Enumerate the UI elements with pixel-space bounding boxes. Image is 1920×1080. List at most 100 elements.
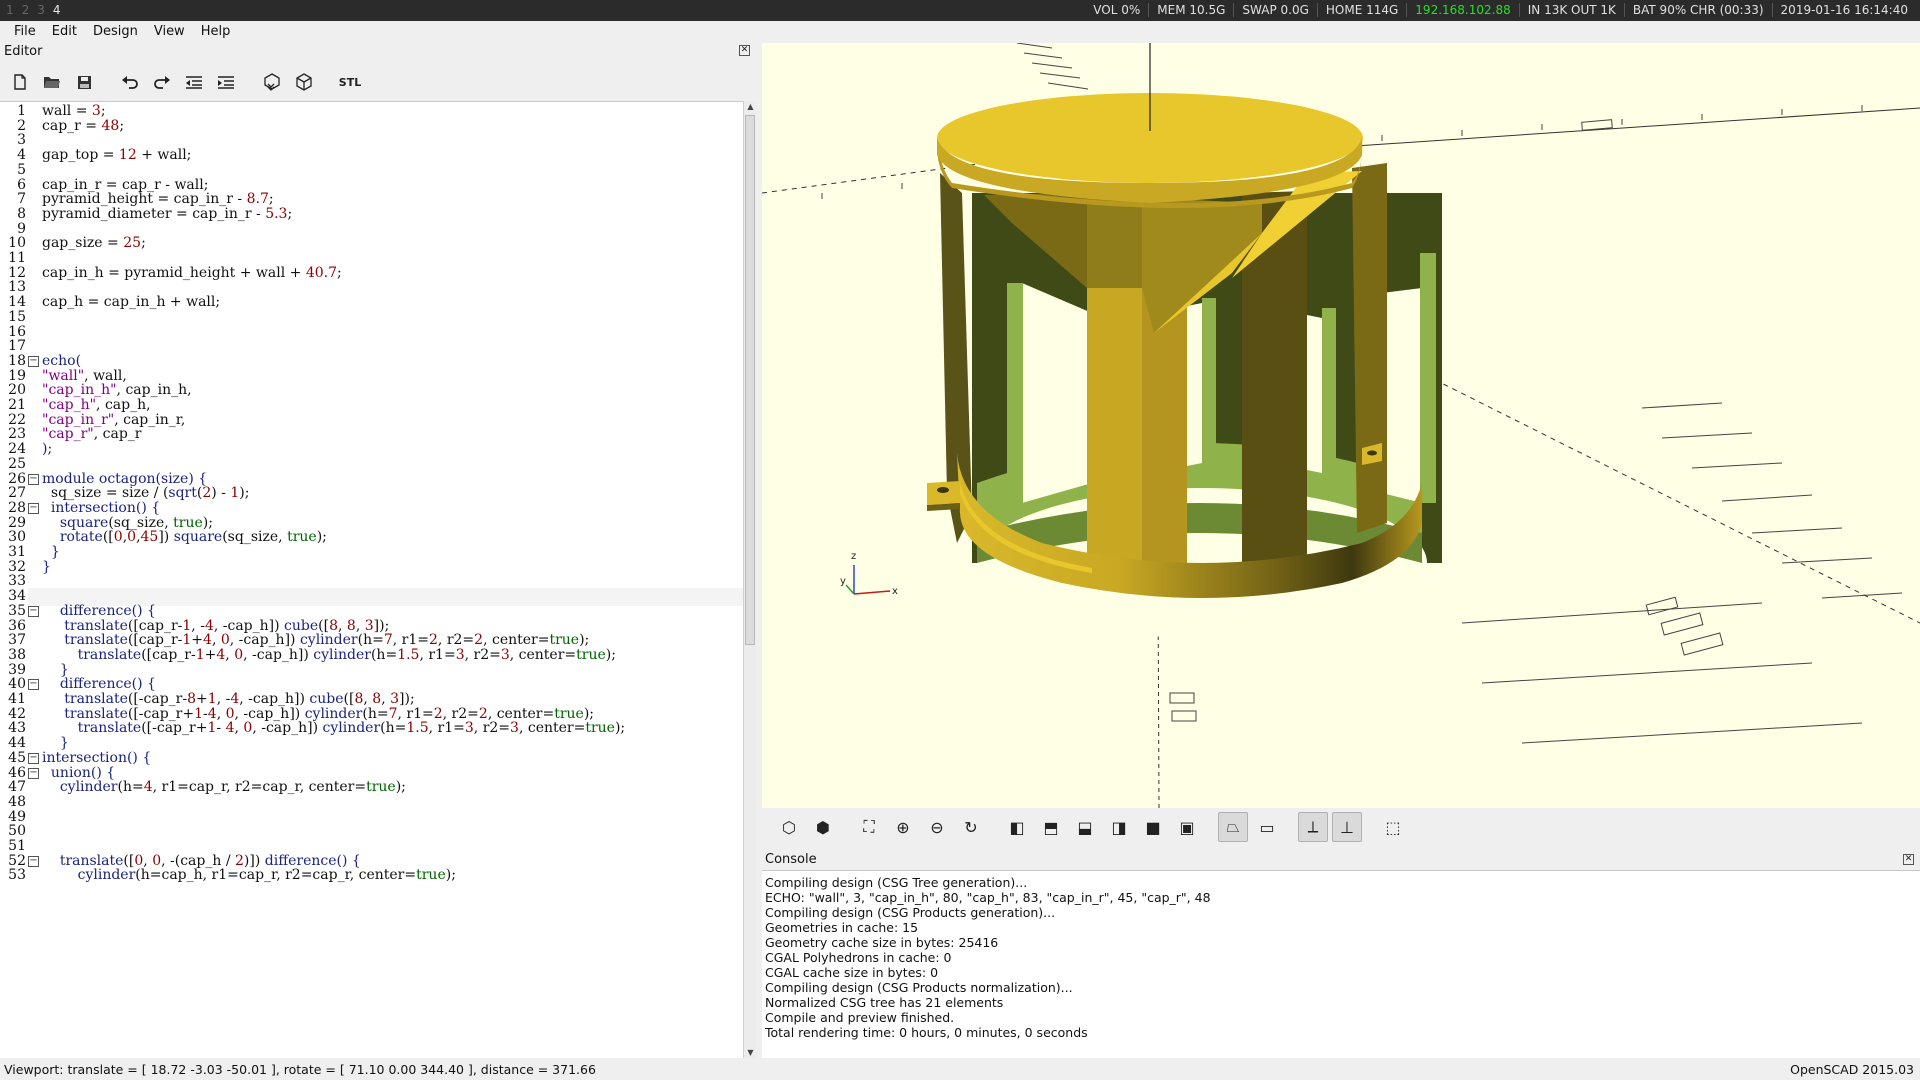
code-line: translate([-cap_r+1-4, 0, -cap_h]) cylin… <box>64 705 595 722</box>
view-all-icon[interactable]: ⛶ <box>854 812 884 842</box>
show-edges-icon[interactable]: ⬚ <box>1378 812 1408 842</box>
line-number: 30 <box>8 529 26 546</box>
export-stl-button[interactable]: STL <box>336 68 364 96</box>
fold-toggle-icon[interactable]: − <box>28 752 39 764</box>
menu-help[interactable]: Help <box>193 21 239 43</box>
scroll-up-icon[interactable]: ▲ <box>746 102 755 111</box>
open-file-icon[interactable] <box>38 68 66 96</box>
menu-design[interactable]: Design <box>85 21 146 43</box>
console-output[interactable]: Compiling design (CSG Tree generation)..… <box>762 870 1920 1058</box>
code-line: } <box>42 558 51 575</box>
fold-toggle-icon[interactable]: − <box>28 767 39 779</box>
line-number: 6 <box>17 176 26 193</box>
code-line: ); <box>42 441 53 458</box>
view-toolbar: ⬡ ⬢ ⛶ ⊕ ⊖ ↻ ◧ ⬒ ⬓ ◨ ■ ▣ ⏢ ▭ ⟂ ⊥ ⬚ <box>762 808 1920 846</box>
fold-toggle-icon[interactable]: − <box>28 679 39 691</box>
zoom-in-icon[interactable]: ⊕ <box>888 812 918 842</box>
editor-scrollbar[interactable]: ▲ ▼ <box>743 101 756 1058</box>
fold-toggle-icon[interactable]: − <box>28 355 39 367</box>
line-number: 27 <box>8 485 26 502</box>
fold-toggle-icon[interactable]: − <box>28 502 39 514</box>
line-number: 17 <box>8 338 26 355</box>
console-line: Compile and preview finished. <box>765 1010 955 1025</box>
code-line: intersection() { <box>50 499 161 516</box>
3d-viewport[interactable]: z y x <box>762 43 1920 808</box>
line-number: 25 <box>8 455 26 472</box>
line-number: 53 <box>8 867 26 884</box>
indent-icon[interactable] <box>212 68 240 96</box>
version-label: OpenSCAD 2015.03 <box>1790 1062 1914 1077</box>
code-line: cylinder(h=cap_h, r1=cap_r, r2=cap_r, ce… <box>77 867 456 884</box>
workspace-2[interactable]: 2 <box>22 3 30 17</box>
view-front-icon[interactable]: ■ <box>1138 812 1168 842</box>
console-line: Compiling design (CSG Products generatio… <box>765 905 1056 920</box>
line-number: 22 <box>8 411 26 428</box>
toolbar-separator <box>102 68 112 96</box>
line-number: 34 <box>8 588 26 605</box>
workspace-4[interactable]: 4 <box>53 3 61 17</box>
view-right-icon[interactable]: ◧ <box>1002 812 1032 842</box>
view-back-icon[interactable]: ▣ <box>1172 812 1202 842</box>
console-line: Compiling design (CSG Products normaliza… <box>765 980 1073 995</box>
status-item: 192.168.102.88 <box>1406 3 1518 17</box>
status-item: SWAP 0.0G <box>1233 3 1316 17</box>
code-line: square(sq_size, true); <box>59 514 213 531</box>
save-icon[interactable] <box>70 68 98 96</box>
axis-z-label: z <box>851 551 856 562</box>
code-line: "cap_in_r", cap_in_r, <box>42 411 186 428</box>
line-number: 48 <box>8 793 26 810</box>
code-line: pyramid_diameter = cap_in_r - 5.3; <box>42 205 293 222</box>
code-line: gap_size = 25; <box>42 235 146 252</box>
console-line: Geometries in cache: 15 <box>765 920 919 935</box>
render-icon[interactable]: ⬢ <box>808 812 838 842</box>
editor-panel: Editor ✕ STL 1 2 3 4 5 6 7 8 9 10 11 12 … <box>0 43 756 1058</box>
code-line: translate([-cap_r+1- 4, 0, -cap_h]) cyli… <box>77 720 626 737</box>
redo-icon[interactable] <box>148 68 176 96</box>
line-number: 42 <box>8 705 26 722</box>
workspace-3[interactable]: 3 <box>37 3 45 17</box>
console-line: Compiling design (CSG Tree generation)..… <box>765 875 1028 890</box>
render-icon[interactable] <box>290 68 318 96</box>
preview-icon[interactable] <box>258 68 286 96</box>
unindent-icon[interactable] <box>180 68 208 96</box>
view-top-icon[interactable]: ⬒ <box>1036 812 1066 842</box>
status-item: HOME 114G <box>1316 3 1406 17</box>
scroll-thumb[interactable] <box>745 115 755 645</box>
reset-view-icon[interactable]: ↻ <box>956 812 986 842</box>
line-number: 47 <box>8 779 26 796</box>
show-scale-icon[interactable]: ⊥ <box>1332 812 1362 842</box>
line-number: 50 <box>8 823 26 840</box>
code-line: wall = 3; <box>42 103 106 119</box>
line-number: 49 <box>8 808 26 825</box>
preview-icon[interactable]: ⬡ <box>774 812 804 842</box>
new-file-icon[interactable] <box>6 68 34 96</box>
view-left-icon[interactable]: ◨ <box>1104 812 1134 842</box>
menu-view[interactable]: View <box>146 21 193 43</box>
code-editor[interactable]: 1 2 3 4 5 6 7 8 9 10 11 12 13 14 15 16 17 18 19 20 21 22 23 24 2… <box>0 101 743 1058</box>
menu-file[interactable]: File <box>6 21 44 43</box>
menu-edit[interactable]: Edit <box>44 21 85 43</box>
perspective-icon[interactable]: ⏢ <box>1218 812 1248 842</box>
toolbar-separator <box>990 812 998 842</box>
workspace-1[interactable]: 1 <box>6 3 14 17</box>
workspace-list[interactable]: 1234 <box>6 3 61 17</box>
fold-toggle-icon[interactable]: − <box>28 605 39 617</box>
line-number: 41 <box>8 691 26 707</box>
undo-icon[interactable] <box>116 68 144 96</box>
code-line: cap_r = 48; <box>42 117 125 134</box>
orthogonal-icon[interactable]: ▭ <box>1252 812 1282 842</box>
fold-toggle-icon[interactable]: − <box>28 473 39 485</box>
line-number: 37 <box>8 632 26 649</box>
status-item: 2019-01-16 16:14:40 <box>1771 3 1916 17</box>
close-icon[interactable]: ✕ <box>1903 854 1914 865</box>
code-line: } <box>50 544 60 560</box>
view-bottom-icon[interactable]: ⬓ <box>1070 812 1100 842</box>
console-line: Total rendering time: 0 hours, 0 minutes… <box>765 1025 1088 1040</box>
toolbar-separator <box>1366 812 1374 842</box>
show-axes-icon[interactable]: ⟂ <box>1298 812 1328 842</box>
close-icon[interactable]: ✕ <box>739 45 750 56</box>
toolbar-separator <box>322 68 332 96</box>
scroll-down-icon[interactable]: ▼ <box>746 1048 755 1057</box>
zoom-out-icon[interactable]: ⊖ <box>922 812 952 842</box>
fold-toggle-icon[interactable]: − <box>28 855 39 867</box>
